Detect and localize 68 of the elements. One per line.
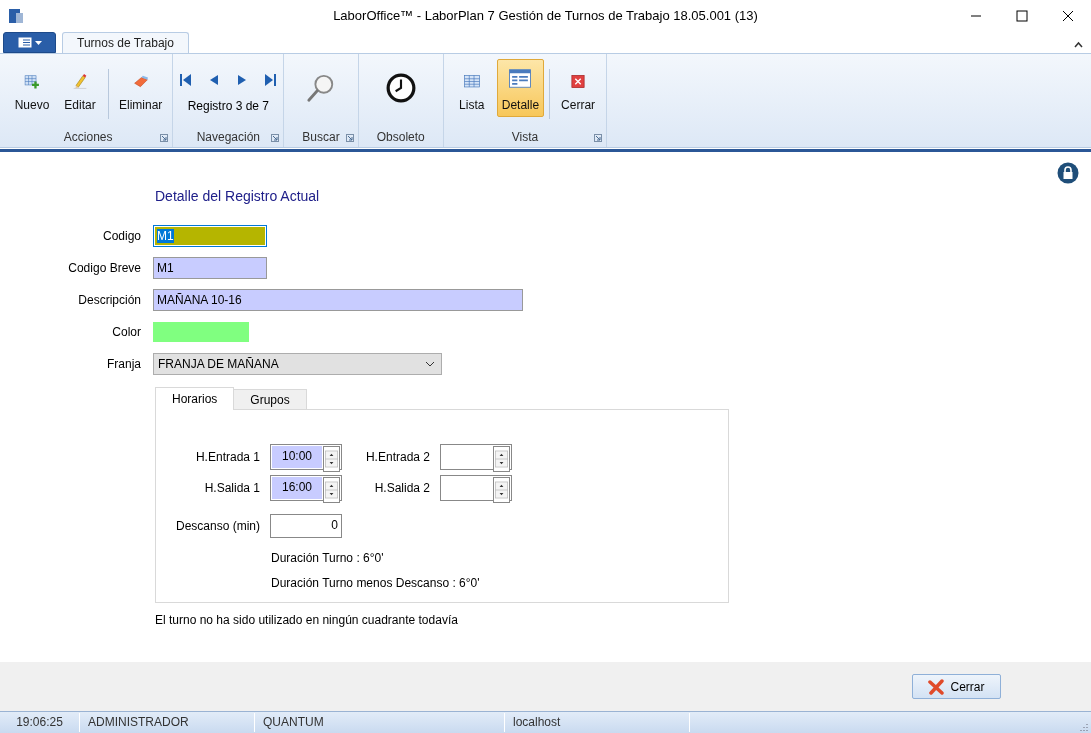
time-spinner[interactable]: 16:00 (270, 475, 342, 501)
text-field[interactable]: M1 (153, 257, 267, 279)
field-label: H.Salida 2 (373, 481, 430, 495)
launcher-icon (271, 134, 280, 142)
collapse-ribbon-icon (1074, 41, 1083, 48)
app-menu-button[interactable] (3, 32, 56, 53)
ribbon-button[interactable]: Cerrar (555, 59, 602, 117)
time-spinner[interactable] (440, 444, 512, 470)
maximize-icon (1016, 10, 1028, 22)
spinner-arrows-icon (493, 477, 510, 503)
chevron-down-icon (425, 361, 435, 367)
first-icon (179, 73, 194, 87)
status-field: QUANTUM (255, 713, 505, 732)
field-label: Codigo Breve (67, 261, 141, 275)
group-label: Vista (511, 130, 539, 144)
time-spinner[interactable] (440, 475, 512, 501)
x-mark-icon (928, 678, 945, 695)
text-field[interactable]: MAÑANA 10-16 (153, 289, 523, 311)
field-label: H.Entrada 2 (364, 450, 430, 464)
spinner-arrows-icon (493, 446, 510, 472)
field-label: Color (111, 325, 141, 339)
close-button[interactable]: Cerrar (912, 674, 1001, 699)
status-field: localhost (505, 713, 690, 732)
duration-text: Duración Turno : 6°0' (271, 551, 384, 565)
ribbon-tab[interactable]: Turnos de Trabajo (62, 32, 189, 53)
close-icon (1062, 10, 1074, 22)
number-field[interactable]: 0 (270, 514, 342, 538)
time-spinner[interactable]: 10:00 (270, 444, 342, 470)
field-label: Franja (106, 357, 141, 371)
dropdown-field[interactable]: FRANJA DE MAÑANA (153, 353, 442, 375)
color-swatch[interactable] (153, 322, 249, 342)
ribbon-button[interactable]: Detalle (496, 59, 545, 117)
group-label: Obsoleto (376, 130, 425, 144)
ribbon-button[interactable]: Lista (448, 59, 495, 117)
ribbon-button[interactable]: Eliminar (114, 59, 168, 117)
spinner-arrows-icon (323, 477, 340, 503)
ribbon-button[interactable]: Nuevo (9, 59, 55, 117)
field-label: H.Entrada 1 (194, 450, 260, 464)
launcher-icon (345, 134, 354, 142)
usage-note: El turno no ha sido utilizado en ningún cuadrante todavía (155, 613, 458, 627)
last-icon (263, 73, 278, 87)
tab[interactable]: Grupos (233, 389, 307, 409)
field-label: Descanso (min) (174, 519, 260, 533)
group-label: Buscar (302, 130, 340, 144)
launcher-icon (594, 134, 603, 142)
status-field: ADMINISTRADOR (80, 713, 255, 732)
caret-icon (34, 40, 42, 45)
magnifier-icon (306, 73, 336, 103)
ribbon-button[interactable]: Editar (57, 59, 103, 117)
field-label: Descripción (77, 293, 141, 307)
window-title: LaborOffice™ - LaborPlan 7 Gestión de Turnos de Trabajo 18.05.001 (13) (333, 8, 758, 23)
field-label: H.Salida 1 (203, 481, 260, 495)
text-field[interactable]: M1 (153, 225, 267, 247)
group-label: Acciones (63, 130, 113, 144)
spinner-arrows-icon (323, 446, 340, 472)
launcher-icon (160, 134, 169, 142)
status-field: 19:06:25 (0, 713, 80, 732)
group-label: Navegación (196, 130, 261, 144)
resize-grip-icon (1080, 723, 1088, 731)
tab[interactable]: Horarios (155, 387, 235, 410)
duration-text: Duración Turno menos Descanso : 6°0' (271, 576, 480, 590)
record-position: Registro 3 de 7 (187, 99, 270, 113)
menu-icon (17, 37, 32, 48)
app-logo-icon (8, 8, 24, 24)
clock-icon (385, 73, 416, 103)
section-title: Detalle del Registro Actual (155, 188, 321, 204)
field-label: Codigo (101, 229, 141, 243)
lock-icon (1057, 162, 1079, 184)
